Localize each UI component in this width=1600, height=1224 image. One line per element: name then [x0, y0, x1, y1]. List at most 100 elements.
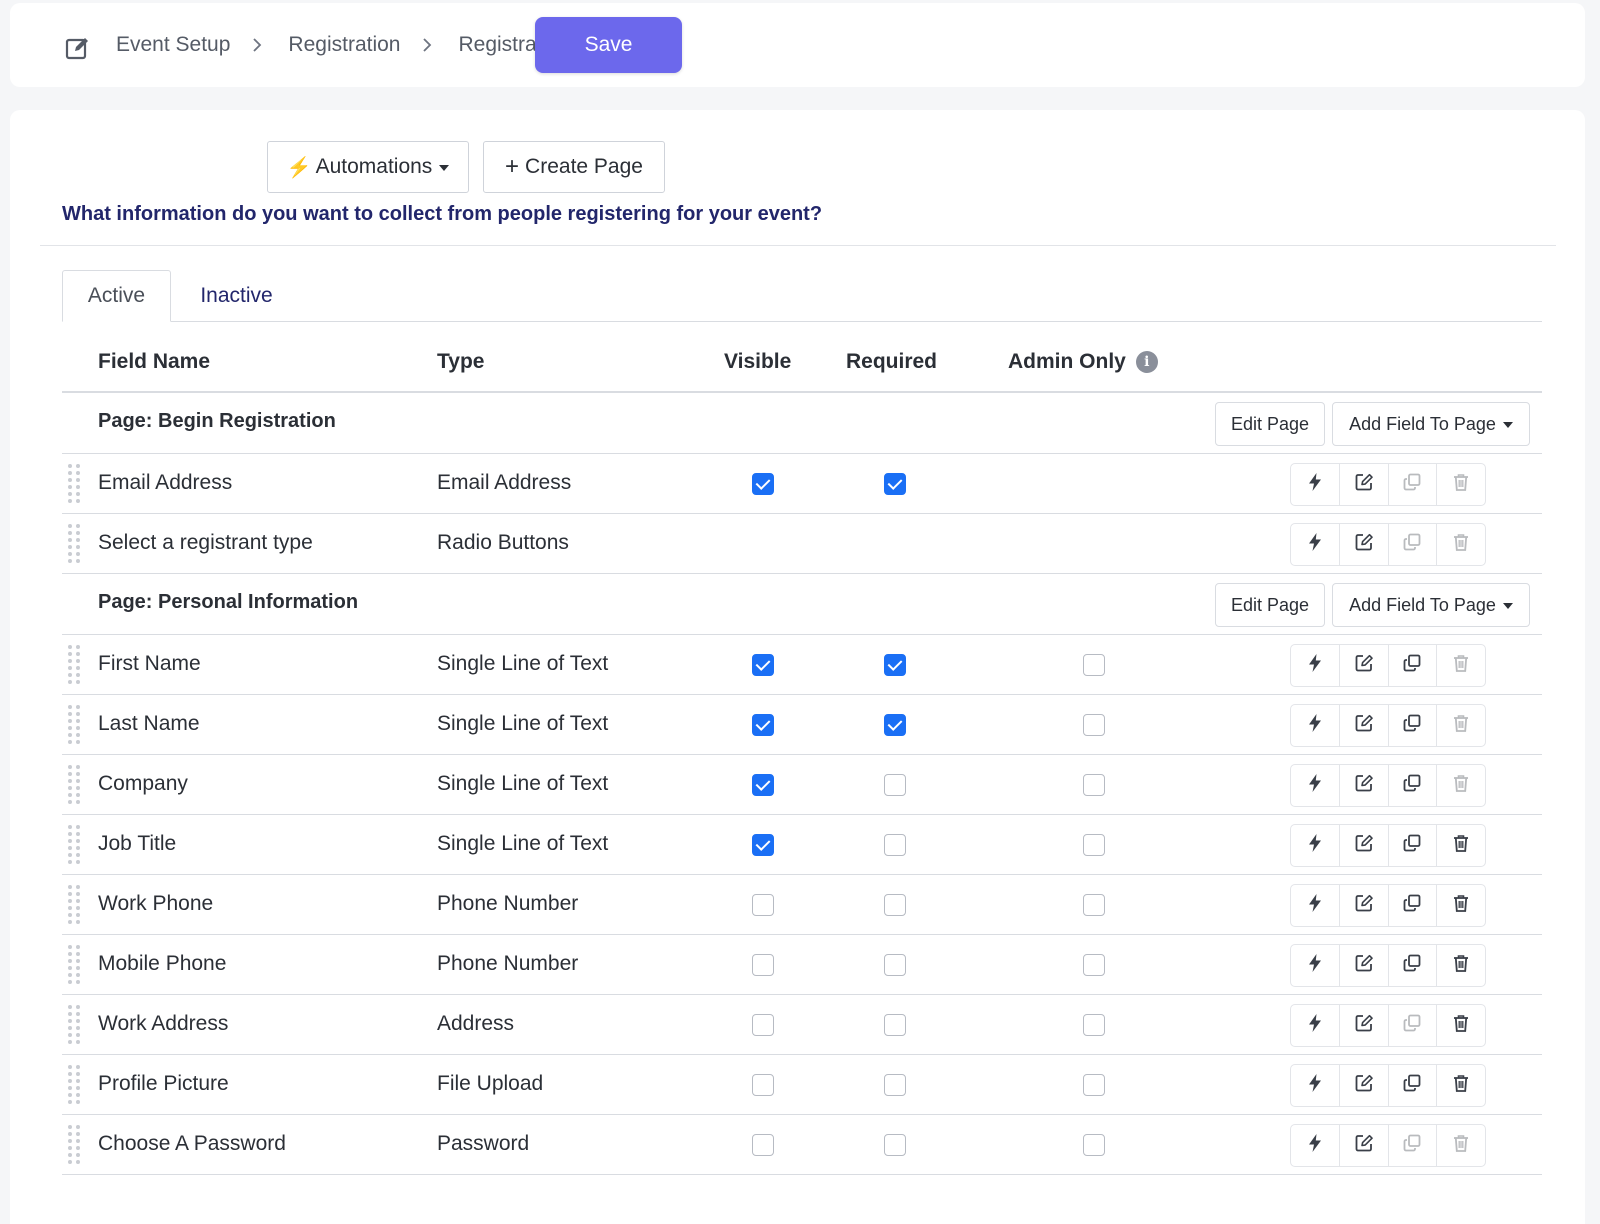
breadcrumb-current[interactable]: Registra — [458, 33, 538, 57]
automation-button[interactable] — [1291, 705, 1340, 746]
info-icon[interactable]: i — [1135, 351, 1158, 373]
drag-handle-icon[interactable] — [68, 523, 84, 565]
copy-field-button[interactable] — [1389, 945, 1438, 986]
admin-only-checkbox[interactable] — [1083, 894, 1105, 916]
copy-field-button[interactable] — [1389, 524, 1438, 565]
visible-checkbox[interactable] — [752, 894, 774, 916]
admin-only-checkbox[interactable] — [1083, 834, 1105, 856]
copy-field-button[interactable] — [1389, 885, 1438, 926]
visible-checkbox[interactable] — [752, 834, 774, 856]
drag-handle-icon[interactable] — [68, 1124, 84, 1166]
required-checkbox[interactable] — [884, 954, 906, 976]
automations-dropdown-button[interactable]: ⚡ Automations — [267, 141, 469, 193]
visible-checkbox[interactable] — [752, 654, 774, 676]
required-checkbox[interactable] — [884, 1074, 906, 1096]
edit-field-button[interactable] — [1340, 765, 1389, 806]
drag-handle-icon[interactable] — [68, 1004, 84, 1046]
breadcrumb-event-setup[interactable]: Event Setup — [116, 33, 230, 57]
edit-field-button[interactable] — [1340, 945, 1389, 986]
copy-field-button[interactable] — [1389, 765, 1438, 806]
automation-button[interactable] — [1291, 885, 1340, 926]
automation-button[interactable] — [1291, 464, 1340, 505]
delete-field-button[interactable] — [1437, 1005, 1485, 1046]
copy-field-button[interactable] — [1389, 1125, 1438, 1166]
required-checkbox[interactable] — [884, 654, 906, 676]
copy-field-button[interactable] — [1389, 1065, 1438, 1106]
delete-field-button[interactable] — [1437, 945, 1485, 986]
edit-page-button[interactable]: Edit Page — [1215, 583, 1325, 627]
copy-field-button[interactable] — [1389, 1005, 1438, 1046]
automation-button[interactable] — [1291, 1005, 1340, 1046]
visible-checkbox[interactable] — [752, 774, 774, 796]
admin-only-checkbox[interactable] — [1083, 714, 1105, 736]
delete-field-button[interactable] — [1437, 1065, 1485, 1106]
required-checkbox[interactable] — [884, 714, 906, 736]
required-checkbox[interactable] — [884, 834, 906, 856]
edit-field-button[interactable] — [1340, 524, 1389, 565]
visible-checkbox[interactable] — [752, 954, 774, 976]
drag-handle-icon[interactable] — [68, 884, 84, 926]
create-page-button[interactable]: + Create Page — [483, 141, 665, 193]
required-checkbox[interactable] — [884, 1134, 906, 1156]
automation-button[interactable] — [1291, 765, 1340, 806]
table-row: Work Address Address — [62, 995, 1542, 1055]
automation-button[interactable] — [1291, 825, 1340, 866]
copy-field-button[interactable] — [1389, 645, 1438, 686]
visible-checkbox[interactable] — [752, 1134, 774, 1156]
visible-checkbox[interactable] — [752, 1074, 774, 1096]
edit-field-button[interactable] — [1340, 885, 1389, 926]
drag-handle-icon[interactable] — [68, 764, 84, 806]
copy-field-button[interactable] — [1389, 705, 1438, 746]
admin-only-checkbox[interactable] — [1083, 774, 1105, 796]
edit-field-button[interactable] — [1340, 825, 1389, 866]
automation-button[interactable] — [1291, 645, 1340, 686]
required-checkbox[interactable] — [884, 894, 906, 916]
delete-field-button[interactable] — [1437, 825, 1485, 866]
delete-field-button[interactable] — [1437, 464, 1485, 505]
copy-field-button[interactable] — [1389, 825, 1438, 866]
automation-button[interactable] — [1291, 524, 1340, 565]
drag-handle-icon[interactable] — [68, 824, 84, 866]
caret-down-icon — [1502, 603, 1513, 609]
drag-handle-icon[interactable] — [68, 704, 84, 746]
admin-only-checkbox[interactable] — [1083, 1074, 1105, 1096]
delete-field-button[interactable] — [1437, 765, 1485, 806]
automation-button[interactable] — [1291, 945, 1340, 986]
edit-field-button[interactable] — [1340, 705, 1389, 746]
required-checkbox[interactable] — [884, 1014, 906, 1036]
edit-field-button[interactable] — [1340, 1005, 1389, 1046]
automation-button[interactable] — [1291, 1125, 1340, 1166]
tab-inactive[interactable]: Inactive — [174, 270, 299, 322]
edit-field-button[interactable] — [1340, 1125, 1389, 1166]
copy-field-button[interactable] — [1389, 464, 1438, 505]
required-checkbox[interactable] — [884, 774, 906, 796]
edit-field-button[interactable] — [1340, 1065, 1389, 1106]
required-checkbox[interactable] — [884, 473, 906, 495]
visible-checkbox[interactable] — [752, 1014, 774, 1036]
admin-only-checkbox[interactable] — [1083, 1014, 1105, 1036]
drag-handle-icon[interactable] — [68, 944, 84, 986]
tab-active[interactable]: Active — [62, 270, 171, 322]
visible-checkbox[interactable] — [752, 714, 774, 736]
add-field-to-page-button[interactable]: Add Field To Page — [1332, 402, 1530, 446]
edit-page-button[interactable]: Edit Page — [1215, 402, 1325, 446]
field-name: Job Title — [98, 832, 177, 855]
drag-handle-icon[interactable] — [68, 644, 84, 686]
drag-handle-icon[interactable] — [68, 1064, 84, 1106]
delete-field-button[interactable] — [1437, 885, 1485, 926]
save-button[interactable]: Save — [535, 17, 682, 73]
admin-only-checkbox[interactable] — [1083, 954, 1105, 976]
admin-only-checkbox[interactable] — [1083, 1134, 1105, 1156]
edit-field-button[interactable] — [1340, 645, 1389, 686]
admin-only-checkbox[interactable] — [1083, 654, 1105, 676]
delete-field-button[interactable] — [1437, 524, 1485, 565]
breadcrumb-registration[interactable]: Registration — [288, 33, 400, 57]
visible-checkbox[interactable] — [752, 473, 774, 495]
delete-field-button[interactable] — [1437, 1125, 1485, 1166]
edit-field-button[interactable] — [1340, 464, 1389, 505]
delete-field-button[interactable] — [1437, 705, 1485, 746]
add-field-to-page-button[interactable]: Add Field To Page — [1332, 583, 1530, 627]
drag-handle-icon[interactable] — [68, 463, 84, 505]
delete-field-button[interactable] — [1437, 645, 1485, 686]
automation-button[interactable] — [1291, 1065, 1340, 1106]
